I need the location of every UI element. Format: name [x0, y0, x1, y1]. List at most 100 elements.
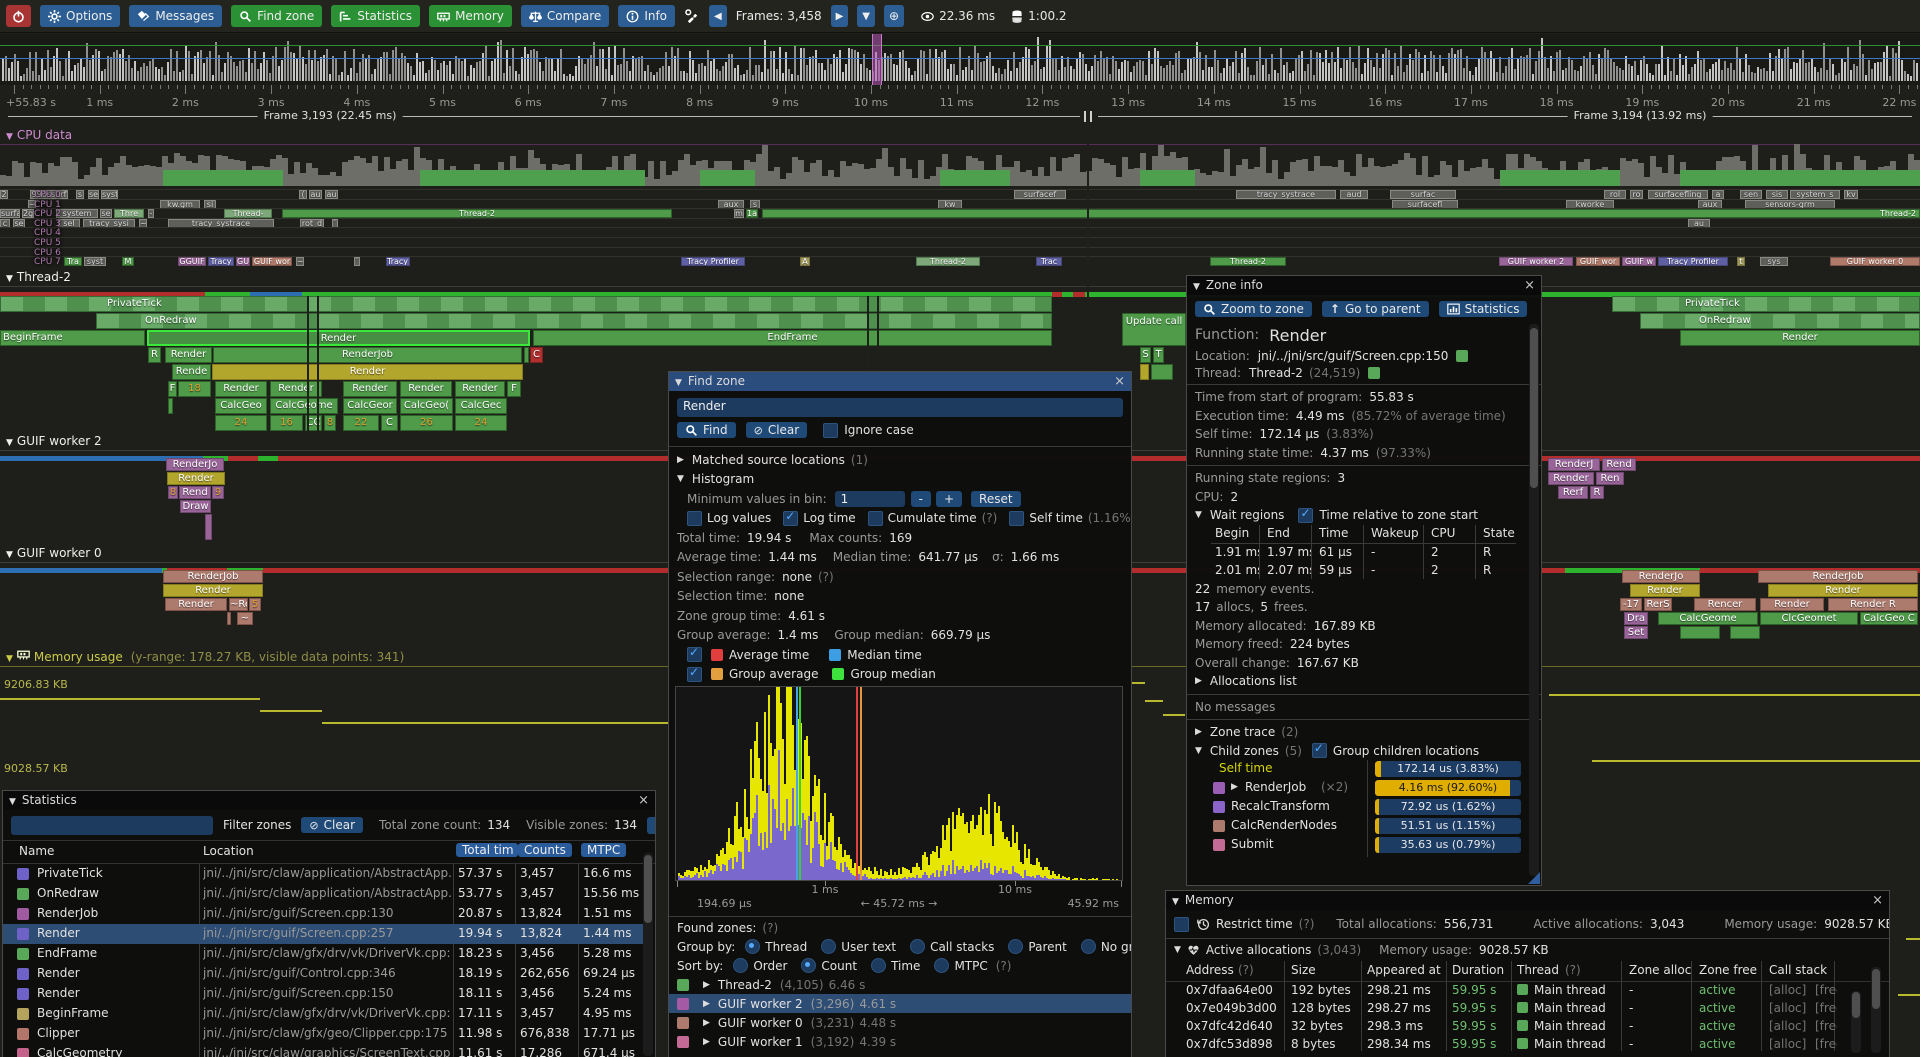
cpu-zone[interactable]: GUIF wor — [252, 257, 292, 266]
timeline-zone[interactable]: CalcGeo — [215, 398, 267, 414]
cpu-zone[interactable]: GUIF w — [1622, 257, 1656, 266]
alloc-address[interactable]: 0x7dfc53d898 — [1186, 1037, 1273, 1051]
callstack-alloc-button[interactable]: [alloc] — [1769, 1037, 1806, 1051]
wait-col-header[interactable]: End — [1267, 526, 1290, 540]
cpu-zone[interactable]: Thread-2 — [1210, 257, 1286, 266]
cpu-zone[interactable]: Trac — [1036, 257, 1062, 266]
mem-col-header[interactable]: Zone alloc — [1629, 963, 1691, 977]
filter-input[interactable] — [11, 816, 213, 835]
timeline-zone[interactable]: F — [168, 381, 177, 397]
timeline-zone[interactable]: Render — [1768, 584, 1918, 597]
cpu-zone[interactable]: GUI — [236, 257, 250, 266]
wait-col-header[interactable]: Time — [1319, 526, 1348, 540]
timeline-zone[interactable]: C — [530, 347, 543, 363]
child-zone-row[interactable]: ▶RenderJob(×2)4.16 ms (92.60%) — [1211, 779, 1541, 798]
radio[interactable] — [910, 939, 925, 954]
mem-col-header[interactable]: Call stack — [1769, 963, 1827, 977]
allocation-row[interactable]: 0x7dfc53d8988 bytes298.34 ms59.95 sMain … — [1166, 1036, 1889, 1051]
radio[interactable] — [934, 958, 949, 973]
zone-info-titlebar[interactable]: ▼Zone info× — [1187, 276, 1541, 295]
frames-bar[interactable]: Frame 3,193 (22.45 ms)Frame 3,194 (13.92… — [0, 109, 1920, 124]
timeline-zone[interactable]: OnRedraw — [96, 313, 1052, 329]
timeline-zone[interactable]: 16 — [270, 415, 303, 431]
cpu-zone[interactable]: Tracy Profiler — [681, 257, 745, 266]
histogram-plot[interactable] — [675, 686, 1123, 881]
mem-col-header[interactable]: Zone free — [1699, 963, 1757, 977]
options-button[interactable]: Options — [40, 5, 120, 27]
cpu-zone[interactable]: ~ — [296, 257, 304, 266]
close-icon[interactable]: × — [1114, 372, 1125, 391]
allocation-row[interactable]: 0x7dfc42d64032 bytes298.3 ms59.95 sMain … — [1166, 1018, 1889, 1036]
alloc-address[interactable]: 0x7dfaa64e00 — [1186, 983, 1273, 997]
+-button[interactable]: + — [936, 491, 962, 507]
zone-color-swatch[interactable] — [1456, 350, 1468, 362]
restrict-time-checkbox[interactable] — [1174, 917, 1189, 932]
alloc-appeared[interactable]: 298.27 ms — [1367, 1001, 1431, 1015]
memory-titlebar[interactable]: ▼Memory× — [1166, 891, 1889, 910]
memory-button[interactable]: Memory — [429, 5, 512, 27]
timeline-zone[interactable]: Render — [400, 381, 452, 397]
timeline-zone[interactable]: Render — [1760, 598, 1824, 611]
timeline-zone[interactable]: CalcGeo( — [400, 398, 453, 414]
callstack-alloc-button[interactable]: [alloc] — [1769, 983, 1806, 997]
help-icon[interactable]: (?) — [1238, 963, 1254, 977]
mem-col-header[interactable]: Thread — [1517, 963, 1559, 977]
view-position-marker[interactable] — [872, 34, 882, 85]
cpu-zone[interactable]: syst — [84, 257, 106, 266]
wait-col-header[interactable]: CPU — [1431, 526, 1455, 540]
cpu-zone[interactable]: Tra — [64, 257, 82, 266]
go-to-parent-button[interactable]: ↑Go to parent — [1322, 301, 1429, 317]
alloc-address[interactable]: 0x7dfc42d640 — [1186, 1019, 1273, 1033]
reset-button[interactable]: Reset — [971, 491, 1021, 507]
timeline-zone[interactable]: PrivateTick — [1612, 296, 1920, 312]
timeline-zone[interactable]: CalcGeome — [270, 398, 338, 414]
statistics-titlebar[interactable]: ▼Statistics× — [3, 791, 655, 810]
timeline-zone[interactable]: -17 — [1620, 598, 1642, 611]
stats-row[interactable]: EndFramejni/../jni/src/claw/gfx/drv/vk/D… — [3, 944, 643, 964]
cpu-zone[interactable]: ` — [354, 257, 360, 266]
expand-arrow[interactable]: ▶ — [677, 455, 684, 465]
checkbox[interactable] — [687, 511, 702, 526]
zone-info-scrollbar[interactable] — [1529, 324, 1539, 876]
callstack-free-button[interactable]: [free] — [1815, 1019, 1837, 1033]
expand-arrow[interactable]: ▼ — [1195, 510, 1202, 520]
timeline-zone[interactable]: 18 — [178, 381, 211, 397]
expand-arrow[interactable]: ▶ — [703, 1018, 710, 1028]
close-icon[interactable]: × — [638, 791, 649, 810]
zone-group-row[interactable]: ▶GUIF worker 0(3,231)4.48 s — [669, 1013, 1131, 1032]
timing-mode-button[interactable] — [647, 817, 655, 834]
search-input[interactable]: Render — [677, 398, 1123, 417]
timeline-zone[interactable]: Dra — [1624, 612, 1648, 625]
timeline-zone[interactable] — [1680, 626, 1720, 639]
timeline-zone[interactable]: RenderJ — [1548, 458, 1600, 471]
clear-filter-button[interactable]: ⊘Clear — [301, 817, 363, 833]
thread-header-0[interactable]: ▼Thread-2 — [6, 270, 71, 284]
statistics-button[interactable]: Statistics — [331, 5, 420, 27]
timeline-zone[interactable]: R — [148, 347, 161, 363]
crosshair-button[interactable]: ⊕ — [884, 5, 904, 27]
timeline-zone[interactable]: Render — [163, 584, 263, 597]
cpu-data-header[interactable]: ▼CPU data — [6, 128, 72, 142]
timeline-zone[interactable]: Update call — [1122, 313, 1186, 346]
stats-scrollbar[interactable] — [643, 853, 653, 1056]
timeline-zone[interactable]: PrivateTick — [0, 296, 1052, 312]
cpu-zone[interactable]: GUIF wor — [1576, 257, 1620, 266]
timeline-zone[interactable] — [205, 514, 212, 540]
allocation-row[interactable]: 0x7e049b3d00128 bytes298.27 ms59.95 sMai… — [1166, 1000, 1889, 1018]
mem-col-header[interactable]: Duration — [1452, 963, 1504, 977]
cpu-zone[interactable]: A — [800, 257, 810, 266]
wait-col-header[interactable]: Wakeup — [1371, 526, 1419, 540]
goto-frame-button[interactable]: ▼ — [857, 5, 875, 27]
cpu-zone[interactable]: GUIF worker 2 — [1499, 257, 1573, 266]
close-icon[interactable]: × — [1872, 891, 1883, 910]
radio[interactable] — [821, 939, 836, 954]
callstack-free-button[interactable]: [free] — [1815, 1037, 1837, 1051]
column-total-time[interactable]: Total tim — [456, 843, 518, 857]
timeline-zone[interactable]: S — [1140, 347, 1151, 363]
stats-row[interactable]: CalcGeometryjni/../jni/src/claw/graphics… — [3, 1044, 643, 1057]
cpu-zone[interactable]: t — [1737, 257, 1745, 266]
cpu-zone[interactable]: M — [122, 257, 134, 266]
timeline-zone[interactable]: Render — [165, 347, 212, 363]
find-button[interactable]: Find — [677, 422, 736, 438]
ignore-case-checkbox[interactable] — [823, 423, 838, 438]
